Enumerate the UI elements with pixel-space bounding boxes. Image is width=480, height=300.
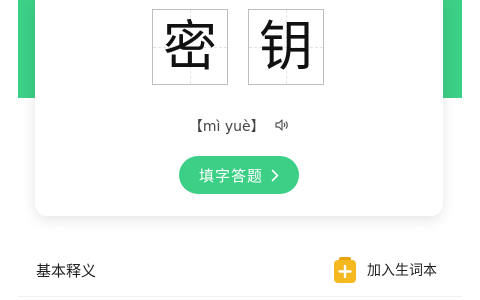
chevron-right-icon bbox=[271, 169, 279, 182]
add-to-vocabulary-button[interactable]: 加入生词本 bbox=[333, 256, 437, 284]
basic-definition-heading: 基本释义 bbox=[36, 262, 97, 280]
add-to-vocabulary-label: 加入生词本 bbox=[367, 263, 437, 279]
character-glyph-2: 钥 bbox=[259, 15, 313, 78]
character-box-1[interactable]: 密 bbox=[152, 9, 228, 85]
speaker-icon[interactable] bbox=[275, 119, 289, 135]
divider bbox=[18, 296, 462, 297]
word-card: 密 钥 【mì yuè】 填字答题 bbox=[35, 0, 443, 216]
character-box-2[interactable]: 钥 bbox=[248, 9, 324, 85]
notebook-add-icon bbox=[333, 257, 357, 283]
pinyin-text: 【mì yuè】 bbox=[188, 119, 265, 135]
quiz-button-label: 填字答题 bbox=[198, 166, 263, 185]
character-glyph-1: 密 bbox=[163, 15, 217, 78]
fill-in-quiz-button[interactable]: 填字答题 bbox=[179, 156, 299, 194]
pinyin-row: 【mì yuè】 bbox=[35, 116, 443, 136]
